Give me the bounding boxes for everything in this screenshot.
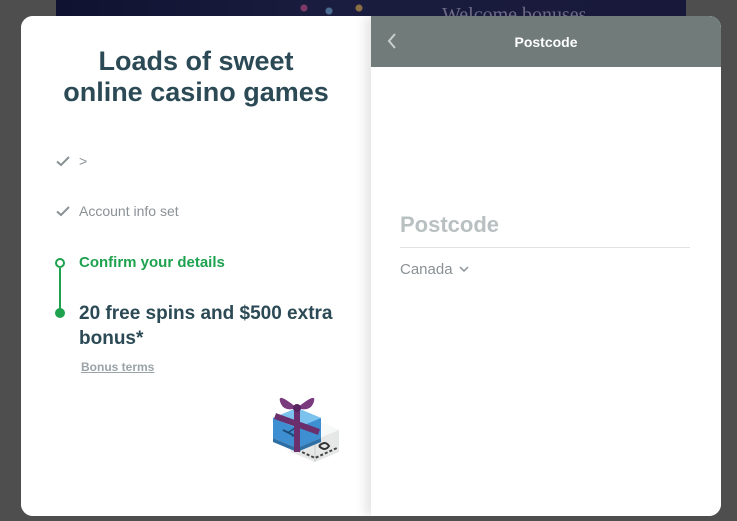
- country-select-value: Canada: [400, 261, 453, 278]
- step-1-label: >: [79, 153, 88, 169]
- step-3: Confirm your details: [55, 254, 225, 271]
- chevron-down-icon: [459, 266, 469, 273]
- step-2-label: Account info set: [79, 203, 179, 219]
- postcode-input[interactable]: [400, 202, 690, 248]
- signup-progress-panel: Loads of sweet online casino games > Acc…: [21, 16, 371, 516]
- headline-line-2: online casino games: [63, 77, 329, 107]
- postcode-header: Postcode: [371, 16, 721, 67]
- postcode-panel: Postcode Canada: [371, 16, 721, 516]
- step-2: Account info set: [55, 203, 179, 219]
- back-button[interactable]: [381, 30, 403, 52]
- gift-box-icon: [273, 397, 339, 462]
- bonus-terms-link[interactable]: Bonus terms: [81, 360, 154, 374]
- step-dot-filled-icon: [55, 308, 65, 318]
- signup-modal: Loads of sweet online casino games > Acc…: [21, 16, 721, 516]
- panel-headline: Loads of sweet online casino games: [21, 46, 371, 108]
- check-icon: [56, 156, 70, 167]
- check-icon: [56, 206, 70, 217]
- chevron-left-icon: [387, 33, 396, 49]
- step-3-label: Confirm your details: [79, 254, 225, 271]
- headline-line-1: Loads of sweet: [98, 46, 294, 76]
- step-dot-outline-icon: [55, 257, 65, 268]
- postcode-header-title: Postcode: [514, 33, 578, 50]
- step-connector-line: [59, 268, 61, 311]
- bonus-offer-text: 20 free spins and $500 extra bonus*: [79, 303, 333, 349]
- country-select[interactable]: Canada: [400, 261, 469, 278]
- step-1: >: [55, 153, 87, 169]
- step-4-marker: [55, 308, 79, 318]
